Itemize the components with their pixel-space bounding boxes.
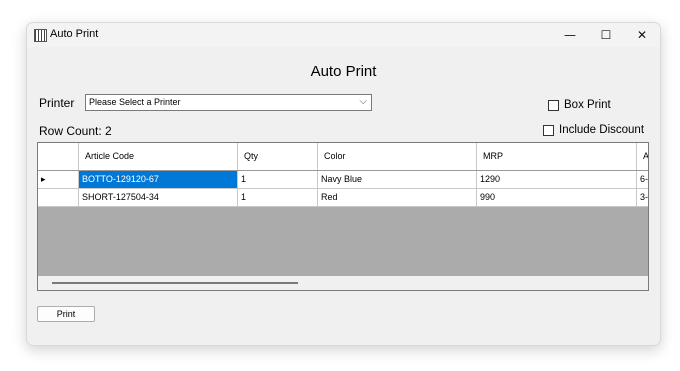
column-header[interactable]: Qty [238,143,318,170]
row-indicator-icon[interactable] [38,189,79,206]
column-header[interactable]: Article Code [79,143,238,170]
maximize-button[interactable]: ☐ [588,23,624,47]
checkbox-box[interactable] [548,99,559,111]
include-discount-checkbox[interactable]: Include Discount [543,124,644,136]
article-grid[interactable]: Article Code Qty Color MRP A ▸ BOTTO-129… [37,142,649,291]
row-count-label: Row Count: [39,124,102,138]
table-cell[interactable]: 1 [238,171,318,188]
close-button[interactable]: ✕ [624,23,660,47]
printer-label: Printer [39,96,75,110]
auto-print-window: Auto Print — ☐ ✕ Auto Print Printer Plea… [26,22,661,346]
row-header-corner [38,143,79,170]
column-header[interactable]: Color [318,143,477,170]
table-row[interactable]: ▸ BOTTO-129120-67 1 Navy Blue 1290 6-7 [38,171,648,189]
printer-select-value: Please Select a Printer [89,97,181,107]
table-cell[interactable]: 3-4 [637,189,648,206]
horizontal-scrollbar[interactable] [38,276,648,290]
row-indicator-icon[interactable]: ▸ [38,171,79,188]
column-header[interactable]: A [637,143,648,170]
table-cell[interactable]: BOTTO-129120-67 [79,171,238,188]
grid-header: Article Code Qty Color MRP A [38,143,648,171]
table-cell[interactable]: Red [318,189,477,206]
minimize-button[interactable]: — [552,23,588,47]
row-count: Row Count: 2 [39,124,112,138]
row-count-value: 2 [105,124,112,138]
page-title: Auto Print [310,63,377,80]
table-cell[interactable]: 1 [238,189,318,206]
column-header[interactable]: MRP [477,143,637,170]
print-button[interactable]: Print [37,306,95,322]
printer-select[interactable]: Please Select a Printer ⌵ [85,94,372,111]
include-discount-label: Include Discount [559,124,645,136]
scrollbar-thumb[interactable] [52,282,298,284]
box-print-checkbox[interactable]: Box Print [548,99,611,111]
box-print-label: Box Print [564,99,611,111]
table-cell[interactable]: Navy Blue [318,171,477,188]
table-row[interactable]: SHORT-127504-34 1 Red 990 3-4 [38,189,648,207]
table-cell[interactable]: SHORT-127504-34 [79,189,238,206]
title-bar[interactable]: Auto Print — ☐ ✕ [27,23,660,47]
app-icon [34,29,47,42]
table-cell[interactable]: 990 [477,189,637,206]
checkbox-box[interactable] [543,124,554,136]
window-title: Auto Print [50,28,99,40]
table-cell[interactable]: 1290 [477,171,637,188]
chevron-down-icon[interactable]: ⌵ [359,96,367,107]
table-cell[interactable]: 6-7 [637,171,648,188]
